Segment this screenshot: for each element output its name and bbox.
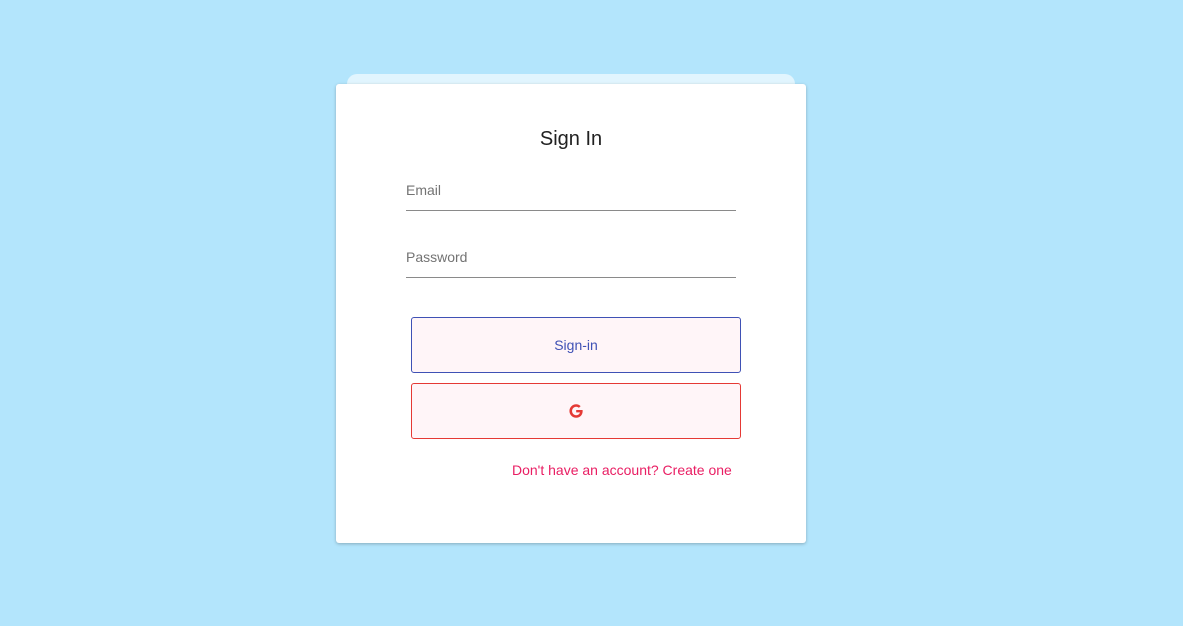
signin-button[interactable]: Sign-in [411,317,741,373]
password-field-container [406,237,736,278]
email-field[interactable] [406,170,736,210]
signin-button-label: Sign-in [554,337,598,353]
google-g-icon [569,404,583,418]
password-field[interactable] [406,237,736,277]
google-signin-button[interactable] [411,383,741,439]
page-title: Sign In [539,128,603,150]
signin-card: Sign In Sign-in Don't have an account? C… [336,84,806,543]
email-field-container [406,170,736,211]
create-account-link[interactable]: Don't have an account? Create one [512,462,732,478]
